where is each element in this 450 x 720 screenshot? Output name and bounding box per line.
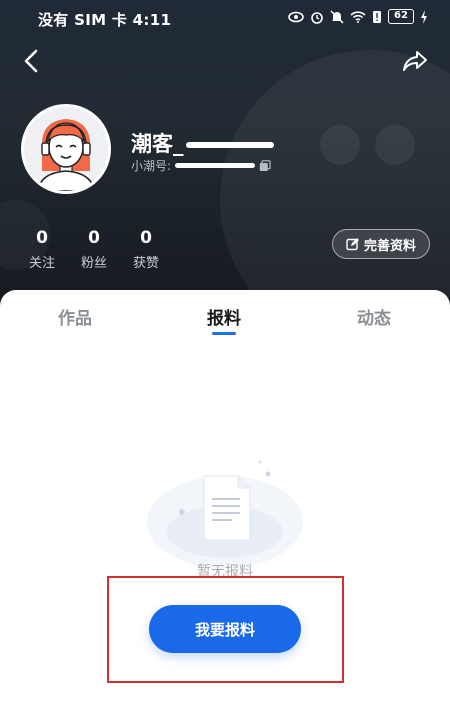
copy-icon[interactable]: [259, 159, 271, 172]
share-button[interactable]: [397, 43, 433, 79]
user-id-redacted: [175, 163, 256, 168]
report-button-label: 我要报料: [194, 620, 255, 639]
stat-label: 粉丝: [80, 256, 107, 271]
back-button[interactable]: [13, 43, 49, 79]
tab-reports[interactable]: 报料: [174, 304, 274, 329]
stat-following[interactable]: 0 关注: [16, 228, 68, 271]
avatar[interactable]: [21, 104, 111, 194]
share-icon: [403, 51, 427, 71]
report-button[interactable]: 我要报料: [149, 605, 301, 653]
profile-stats: 0 关注 0 粉丝 0 获赞: [16, 228, 172, 271]
battery-icon: 62: [388, 9, 414, 24]
content-card: 作品 报料 动态 暂无报料 我要报料: [0, 290, 450, 720]
alarm-icon: [311, 11, 323, 24]
edit-profile-button[interactable]: 完善资料: [332, 229, 430, 259]
status-icons: 62: [288, 9, 428, 24]
stat-value: 0: [88, 228, 100, 248]
sim-alert-icon: [373, 10, 381, 23]
stat-value: 0: [36, 228, 48, 248]
mute-icon: [330, 9, 344, 24]
wifi-icon: [350, 10, 366, 23]
stat-label: 获赞: [132, 256, 159, 271]
edit-icon: [346, 237, 359, 250]
username-redacted: [185, 142, 274, 148]
status-bar: 没有 SIM 卡 4:11 62: [0, 0, 450, 36]
eye-icon: [288, 11, 304, 22]
user-id-label: 小潮号:: [131, 159, 172, 173]
charging-icon: [421, 9, 427, 24]
tab-active-indicator: [212, 332, 236, 335]
stat-likes[interactable]: 0 获赞: [120, 228, 172, 271]
avatar-illustration: [24, 107, 108, 191]
stat-fans[interactable]: 0 粉丝: [68, 228, 120, 271]
stat-label: 关注: [28, 256, 55, 271]
username-text: 潮客_: [131, 132, 184, 156]
status-carrier-time: 没有 SIM 卡 4:11: [38, 11, 172, 29]
stat-value: 0: [140, 228, 152, 248]
tab-bar: 作品 报料 动态: [0, 290, 450, 340]
battery-level: 62: [394, 10, 408, 21]
username: 潮客_: [131, 128, 274, 158]
back-arrow-icon: [24, 49, 38, 73]
user-id-row: 小潮号:: [131, 157, 271, 174]
tab-works[interactable]: 作品: [25, 304, 125, 329]
document-icon: [147, 460, 303, 568]
tab-activity[interactable]: 动态: [324, 304, 424, 329]
edit-profile-label: 完善资料: [363, 238, 416, 254]
